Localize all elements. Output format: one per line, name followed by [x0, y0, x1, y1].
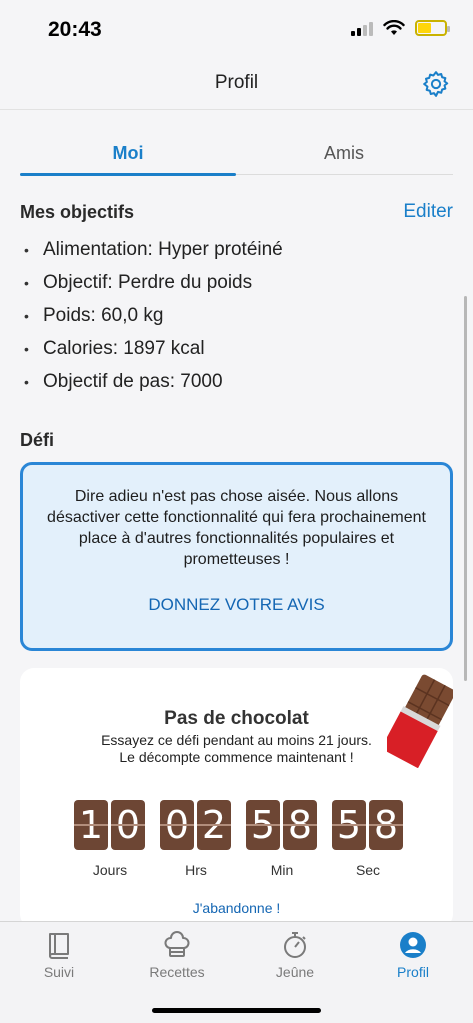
tab-label: Recettes	[149, 964, 205, 980]
status-bar: 20:43	[0, 0, 473, 62]
countdown-label: Min	[270, 862, 294, 878]
tab-recettes[interactable]: Recettes	[118, 930, 236, 980]
challenge-title: Pas de chocolat	[164, 708, 309, 729]
countdown-digit: 5	[246, 800, 280, 850]
book-icon	[49, 933, 69, 959]
countdown-label: Sec	[355, 862, 381, 878]
tab-profil[interactable]: Profil	[354, 930, 472, 980]
countdown-digit: 5	[332, 800, 366, 850]
countdown-digit: 8	[283, 800, 317, 850]
tab-label: Suivi	[43, 964, 75, 980]
abandon-challenge-button[interactable]: J'abandonne !	[20, 900, 453, 916]
tab-label: Jeûne	[275, 964, 315, 980]
tab-label: Profil	[397, 964, 429, 980]
challenge-card: Pas de chocolat Essayez ce défi pendant …	[20, 668, 453, 921]
list-item: • Alimentation: Hyper protéiné	[24, 233, 283, 266]
scrollbar[interactable]	[464, 296, 467, 681]
bottom-tab-bar: Suivi Recettes Jeûne Profil	[0, 921, 473, 1023]
bullet-icon: •	[24, 241, 29, 258]
home-indicator[interactable]	[152, 1008, 321, 1013]
bullet-icon: •	[24, 307, 29, 324]
list-item: • Objectif: Perdre du poids	[24, 266, 283, 299]
countdown-digit: 2	[197, 800, 231, 850]
goal-text: Alimentation: Hyper protéiné	[43, 238, 283, 260]
notice-card: Dire adieu n'est pas chose aisée. Nous a…	[20, 462, 453, 651]
profile-content[interactable]: Moi Amis Mes objectifs Editer • Alimentat…	[0, 111, 473, 921]
tab-underline	[20, 173, 236, 176]
status-icons	[351, 20, 450, 36]
feedback-button[interactable]: DONNEZ VOTRE AVIS	[23, 595, 450, 615]
countdown-days: 10 Jours	[74, 800, 146, 878]
countdown-hours: 02 Hrs	[160, 800, 232, 878]
goals-list: • Alimentation: Hyper protéiné • Objectif:…	[24, 233, 283, 398]
tab-suivi[interactable]: Suivi	[0, 930, 118, 980]
bullet-icon: •	[24, 274, 29, 291]
challenge-heading: Défi	[20, 430, 55, 450]
countdown-digit: 8	[369, 800, 403, 850]
countdown-label: Jours	[92, 862, 128, 878]
status-time: 20:43	[48, 18, 102, 41]
countdown-timer: 10 Jours 02 Hrs 58 Min 58 Sec	[74, 800, 404, 878]
bullet-icon: •	[24, 340, 29, 357]
list-item: • Poids: 60,0 kg	[24, 299, 283, 332]
segment-tabs: Moi Amis	[20, 131, 453, 176]
tab-jeune[interactable]: Jeûne	[236, 930, 354, 980]
countdown-label: Hrs	[185, 862, 207, 878]
stopwatch-icon	[284, 932, 306, 958]
tab-friends[interactable]: Amis	[236, 143, 452, 164]
goal-text: Calories: 1897 kcal	[43, 337, 205, 359]
list-item: • Objectif de pas: 7000	[24, 365, 283, 398]
countdown-seconds: 58 Sec	[332, 800, 404, 878]
countdown-digit: 1	[74, 800, 108, 850]
countdown-digit: 0	[111, 800, 145, 850]
page-title: Profil	[214, 72, 259, 93]
challenge-description: Essayez ce défi pendant au moins 21 jour…	[101, 732, 372, 765]
bullet-icon: •	[24, 373, 29, 390]
profile-icon	[400, 932, 426, 958]
wifi-icon	[383, 20, 405, 35]
nav-bar: Profil	[0, 62, 473, 110]
chef-hat-icon	[164, 931, 190, 957]
goal-text: Poids: 60,0 kg	[43, 304, 164, 326]
goals-heading: Mes objectifs	[20, 202, 135, 222]
countdown-digit: 0	[160, 800, 194, 850]
battery-icon	[415, 20, 450, 36]
goal-text: Objectif: Perdre du poids	[43, 271, 253, 293]
notice-text: Dire adieu n'est pas chose aisée. Nous a…	[47, 488, 426, 568]
goal-text: Objectif de pas: 7000	[43, 370, 223, 392]
countdown-minutes: 58 Min	[246, 800, 318, 878]
gear-icon[interactable]	[421, 69, 451, 99]
list-item: • Calories: 1897 kcal	[24, 332, 283, 365]
edit-goals-button[interactable]: Editer	[403, 201, 453, 223]
cellular-signal-icon	[351, 20, 373, 36]
tab-me[interactable]: Moi	[20, 143, 236, 164]
